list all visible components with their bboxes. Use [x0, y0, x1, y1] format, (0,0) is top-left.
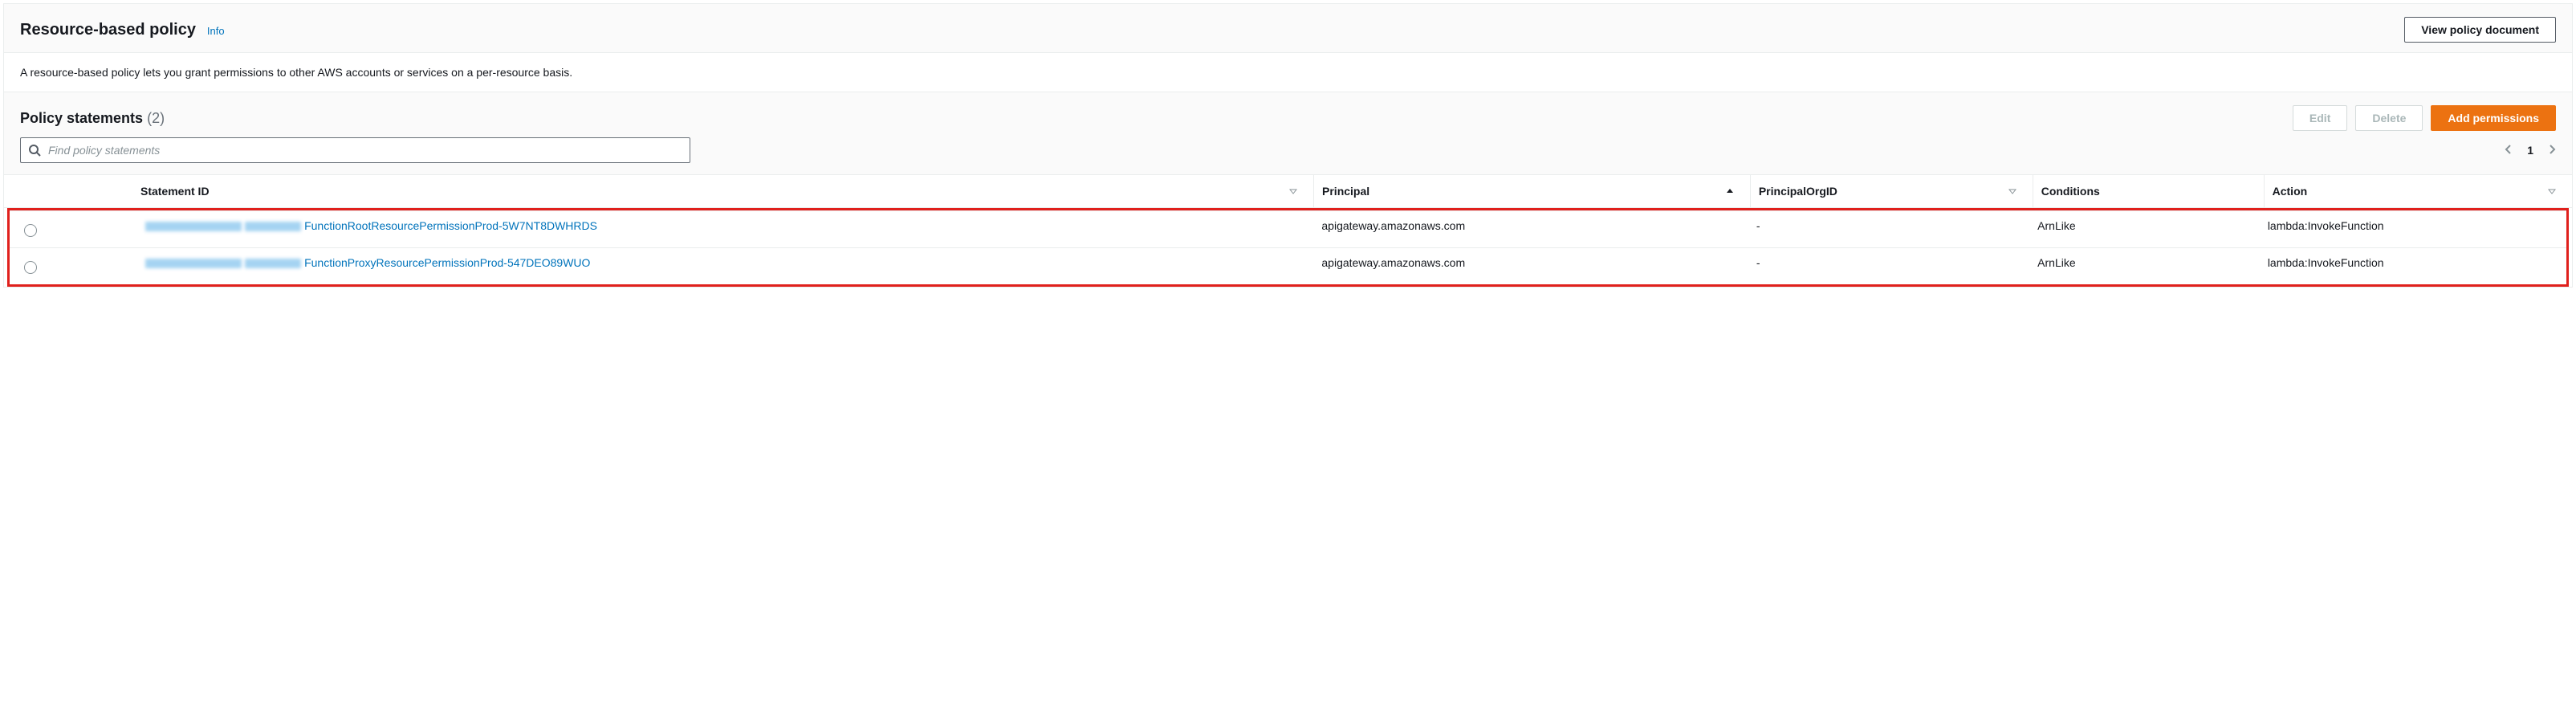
edit-button[interactable]: Edit	[2293, 105, 2347, 131]
delete-button[interactable]: Delete	[2355, 105, 2423, 131]
info-link[interactable]: Info	[207, 25, 225, 37]
search-input[interactable]	[20, 137, 690, 163]
col-conditions[interactable]: Conditions	[2033, 175, 2264, 208]
row-radio[interactable]	[24, 261, 37, 274]
view-policy-document-button[interactable]: View policy document	[2404, 17, 2556, 43]
col-action[interactable]: Action	[2264, 175, 2572, 208]
add-permissions-button[interactable]: Add permissions	[2431, 105, 2556, 131]
page-number: 1	[2527, 144, 2533, 157]
statement-id-link[interactable]: FunctionProxyResourcePermissionProd-547D…	[145, 256, 590, 269]
panel-header: Resource-based policy Info View policy d…	[4, 4, 2572, 53]
sort-icon	[2548, 185, 2556, 198]
table-row[interactable]: FunctionProxyResourcePermissionProd-547D…	[10, 248, 2566, 285]
sort-asc-icon	[1726, 185, 1734, 198]
next-page-icon[interactable]	[2548, 144, 2556, 157]
policy-description: A resource-based policy lets you grant p…	[4, 53, 2572, 92]
principal-cell: apigateway.amazonaws.com	[1313, 211, 1748, 248]
search-icon	[28, 144, 41, 157]
prev-page-icon[interactable]	[2505, 144, 2513, 157]
pagination: 1	[2505, 144, 2556, 157]
principal-org-id-cell: -	[1748, 211, 2029, 248]
statement-id-link[interactable]: FunctionRootResourcePermissionProd-5W7NT…	[145, 219, 597, 232]
sort-icon	[2008, 185, 2016, 198]
select-column-header	[4, 175, 132, 208]
principal-org-id-cell: -	[1748, 248, 2029, 285]
row-radio[interactable]	[24, 224, 37, 237]
resource-policy-panel: Resource-based policy Info View policy d…	[3, 3, 2573, 288]
statements-title: Policy statements (2)	[20, 110, 165, 127]
col-principal[interactable]: Principal	[1314, 175, 1751, 208]
principal-cell: apigateway.amazonaws.com	[1313, 248, 1748, 285]
statements-count: (2)	[147, 110, 165, 126]
conditions-cell: ArnLike	[2029, 211, 2260, 248]
search-pagination-row: 1	[4, 137, 2572, 175]
panel-title: Resource-based policy	[20, 21, 196, 39]
col-statement-id[interactable]: Statement ID	[132, 175, 1314, 208]
col-principal-org-id[interactable]: PrincipalOrgID	[1750, 175, 2033, 208]
policy-statements-table: Statement ID Principal	[4, 175, 2572, 208]
highlighted-rows: FunctionRootResourcePermissionProd-5W7NT…	[7, 208, 2569, 287]
sort-icon	[1289, 185, 1297, 198]
statements-header: Policy statements (2) Edit Delete Add pe…	[4, 92, 2572, 137]
conditions-cell: ArnLike	[2029, 248, 2260, 285]
table-row[interactable]: FunctionRootResourcePermissionProd-5W7NT…	[10, 211, 2566, 248]
action-cell: lambda:InvokeFunction	[2260, 248, 2566, 285]
action-cell: lambda:InvokeFunction	[2260, 211, 2566, 248]
